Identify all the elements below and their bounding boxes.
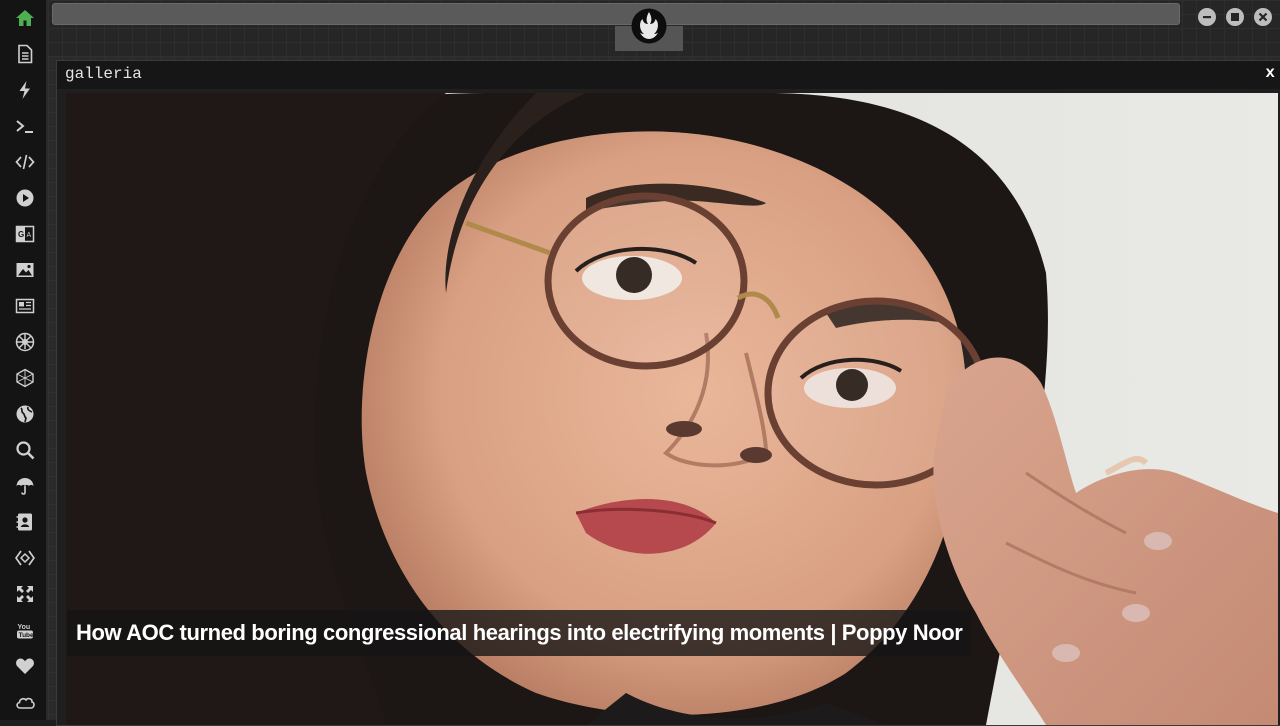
close-window-button[interactable]: [1254, 8, 1272, 26]
lightning-icon[interactable]: [12, 77, 38, 103]
top-bar: [48, 0, 1280, 56]
rebel-alliance-icon[interactable]: [631, 8, 667, 44]
cloud-icon[interactable]: [12, 689, 38, 715]
search-icon[interactable]: [12, 437, 38, 463]
play-icon[interactable]: [12, 185, 38, 211]
translate-icon[interactable]: GA: [12, 221, 38, 247]
sidebar: GA You Tube: [0, 0, 48, 720]
address-bar[interactable]: [52, 3, 1180, 25]
terminal-icon[interactable]: [12, 113, 38, 139]
gallery-photo[interactable]: How AOC turned boring congressional hear…: [66, 93, 1278, 725]
expand-icon[interactable]: [12, 581, 38, 607]
umbrella-icon[interactable]: [12, 473, 38, 499]
contact-icon[interactable]: [12, 509, 38, 535]
photo-caption: How AOC turned boring congressional hear…: [67, 610, 972, 656]
newspaper-icon[interactable]: [12, 293, 38, 319]
gallery-window: galleria x How AOC turned boring congres…: [56, 60, 1280, 726]
svg-text:You: You: [18, 624, 31, 631]
maximize-button[interactable]: [1226, 8, 1244, 26]
svg-text:Tube: Tube: [19, 632, 34, 639]
heart-icon[interactable]: [12, 653, 38, 679]
hexagon-icon[interactable]: [12, 365, 38, 391]
code-icon[interactable]: [12, 149, 38, 175]
document-icon[interactable]: [12, 41, 38, 67]
youtube-icon[interactable]: You Tube: [12, 617, 38, 643]
gallery-close-button[interactable]: x: [1265, 64, 1275, 82]
workspace: galleria x How AOC turned boring congres…: [48, 56, 1280, 726]
diamond-code-icon[interactable]: [12, 545, 38, 571]
image-icon[interactable]: [12, 257, 38, 283]
home-icon[interactable]: [12, 5, 38, 31]
gallery-header: galleria x: [57, 61, 1280, 89]
globe-icon[interactable]: [12, 401, 38, 427]
galactic-empire-icon[interactable]: [12, 329, 38, 355]
svg-text:A: A: [27, 232, 32, 239]
svg-text:G: G: [18, 230, 24, 239]
minimize-button[interactable]: [1198, 8, 1216, 26]
gallery-title: galleria: [65, 65, 142, 83]
